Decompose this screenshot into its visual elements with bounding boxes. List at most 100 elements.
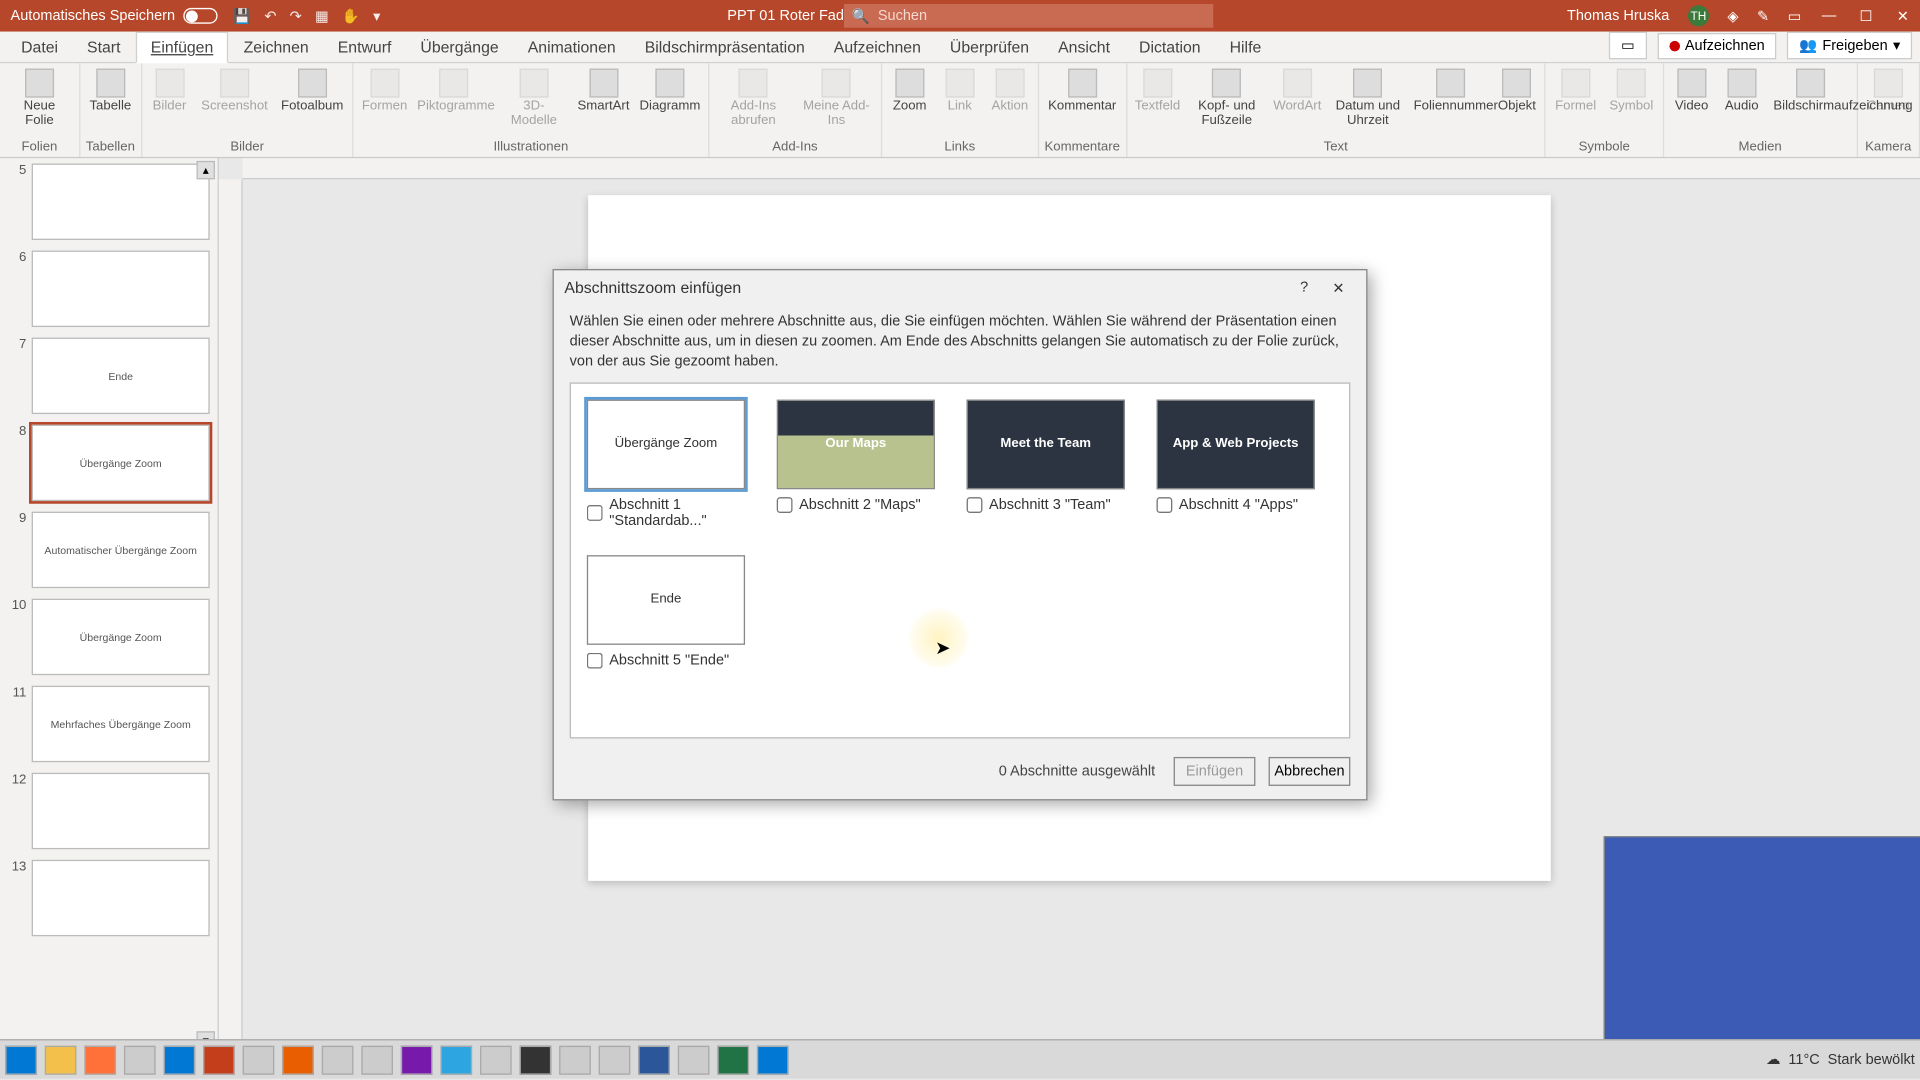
close-icon[interactable]: ✕ xyxy=(1894,7,1912,25)
tab-übergänge[interactable]: Übergänge xyxy=(407,33,512,62)
ribbon-btn[interactable]: Tabelle xyxy=(85,66,135,117)
redo-icon[interactable]: ↷ xyxy=(290,7,302,24)
obs-icon[interactable] xyxy=(520,1045,552,1074)
ribbon-btn[interactable]: Datum und Uhrzeit xyxy=(1329,66,1406,131)
user-name[interactable]: Thomas Hruska xyxy=(1567,8,1669,24)
tab-ansicht[interactable]: Ansicht xyxy=(1045,33,1123,62)
tab-dictation[interactable]: Dictation xyxy=(1126,33,1214,62)
outlook-icon[interactable] xyxy=(164,1045,196,1074)
excel-icon[interactable] xyxy=(717,1045,749,1074)
app-icon[interactable] xyxy=(599,1045,631,1074)
record-button[interactable]: Aufzeichnen xyxy=(1657,33,1776,59)
thumbnail-slide[interactable]: 8Übergänge Zoom xyxy=(8,425,210,501)
selection-count: 0 Abschnitte ausgewählt xyxy=(999,763,1155,779)
edge-icon[interactable] xyxy=(757,1045,789,1074)
firefox-icon[interactable] xyxy=(84,1045,116,1074)
section-item[interactable]: Meet the TeamAbschnitt 3 "Team" xyxy=(967,399,1131,528)
ribbon-btn[interactable]: Neue Folie xyxy=(5,66,73,131)
section-caption[interactable]: Abschnitt 3 "Team" xyxy=(967,497,1131,513)
undo-icon[interactable]: ↶ xyxy=(264,7,276,24)
close-icon[interactable]: ✕ xyxy=(1321,273,1355,302)
tab-überprüfen[interactable]: Überprüfen xyxy=(937,33,1043,62)
app-icon[interactable] xyxy=(480,1045,512,1074)
explorer-icon[interactable] xyxy=(45,1045,77,1074)
ribbon-btn[interactable]: Kommentar xyxy=(1044,66,1120,117)
autosave-toggle[interactable]: Automatisches Speichern xyxy=(11,8,218,24)
eraser-icon[interactable]: ✎ xyxy=(1757,7,1769,24)
thumbnail-slide[interactable]: 12 xyxy=(8,773,210,849)
cancel-button[interactable]: Abbrechen xyxy=(1269,756,1351,785)
ribbon-btn[interactable]: Objekt xyxy=(1494,66,1539,117)
diamond-icon[interactable]: ◈ xyxy=(1727,7,1738,24)
app-icon[interactable] xyxy=(322,1045,354,1074)
section-item[interactable]: App & Web ProjectsAbschnitt 4 "Apps" xyxy=(1156,399,1320,528)
section-caption[interactable]: Abschnitt 4 "Apps" xyxy=(1156,497,1320,513)
dialog-titlebar[interactable]: Abschnittszoom einfügen ? ✕ xyxy=(554,270,1366,304)
scroll-up-icon[interactable]: ▴ xyxy=(196,161,214,179)
touch-icon[interactable]: ✋ xyxy=(342,7,360,24)
tab-datei[interactable]: Datei xyxy=(8,33,71,62)
maximize-icon[interactable]: ☐ xyxy=(1857,7,1875,25)
section-caption[interactable]: Abschnitt 2 "Maps" xyxy=(777,497,941,513)
ribbon-btn[interactable]: Kopf- und Fußzeile xyxy=(1188,66,1265,131)
app-icon[interactable] xyxy=(243,1045,275,1074)
slide-thumbnails[interactable]: ▴ ▾ 567Ende8Übergänge Zoom9Automatischer… xyxy=(0,158,219,1052)
qat-more-icon[interactable]: ▾ xyxy=(373,7,380,24)
section-checkbox[interactable] xyxy=(967,497,983,513)
telegram-icon[interactable] xyxy=(440,1045,472,1074)
minimize-icon[interactable]: — xyxy=(1820,7,1838,25)
vlc-icon[interactable] xyxy=(282,1045,314,1074)
tab-aufzeichnen[interactable]: Aufzeichnen xyxy=(821,33,934,62)
insert-button[interactable]: Einfügen xyxy=(1174,756,1256,785)
share-button[interactable]: 👥Freigeben▾ xyxy=(1787,32,1912,60)
app-icon[interactable] xyxy=(361,1045,393,1074)
onenote-icon[interactable] xyxy=(401,1045,433,1074)
thumbnail-slide[interactable]: 9Automatischer Übergänge Zoom xyxy=(8,512,210,588)
weather-widget[interactable]: ☁ 11°C Stark bewölkt xyxy=(1766,1051,1915,1068)
tab-hilfe[interactable]: Hilfe xyxy=(1216,33,1274,62)
tab-zeichnen[interactable]: Zeichnen xyxy=(230,33,321,62)
tab-einfügen[interactable]: Einfügen xyxy=(136,32,227,64)
section-caption[interactable]: Abschnitt 5 "Ende" xyxy=(587,652,751,668)
tab-start[interactable]: Start xyxy=(74,33,134,62)
chrome-icon[interactable] xyxy=(124,1045,156,1074)
collapse-ribbon-icon[interactable]: ▭ xyxy=(1609,32,1646,60)
thumbnail-slide[interactable]: 13 xyxy=(8,860,210,936)
ribbon-btn[interactable]: Foliennummer xyxy=(1412,66,1489,117)
thumbnail-slide[interactable]: 7Ende xyxy=(8,338,210,414)
section-checkbox[interactable] xyxy=(587,652,603,668)
thumbnail-slide[interactable]: 5 xyxy=(8,164,210,240)
section-checkbox[interactable] xyxy=(587,504,603,520)
section-item[interactable]: EndeAbschnitt 5 "Ende" xyxy=(587,555,751,668)
window-icon[interactable]: ▭ xyxy=(1788,7,1802,24)
app-icon[interactable] xyxy=(559,1045,591,1074)
section-checkbox[interactable] xyxy=(777,497,793,513)
start-icon[interactable] xyxy=(5,1045,37,1074)
ribbon-btn[interactable]: Bildschirmaufzeichnung xyxy=(1769,66,1851,117)
ribbon-btn[interactable]: SmartArt xyxy=(575,66,632,117)
thumbnail-slide[interactable]: 10Übergänge Zoom xyxy=(8,599,210,675)
search-box[interactable]: 🔍 xyxy=(844,4,1213,28)
section-item[interactable]: Übergänge ZoomAbschnitt 1 "Standardab...… xyxy=(587,399,751,528)
search-input[interactable] xyxy=(878,8,1205,24)
save-icon[interactable]: 💾 xyxy=(233,7,251,24)
ribbon-btn[interactable]: Video xyxy=(1669,66,1714,117)
help-icon[interactable]: ? xyxy=(1287,273,1321,302)
avatar[interactable]: TH xyxy=(1688,5,1709,26)
section-checkbox[interactable] xyxy=(1156,497,1172,513)
thumbnail-slide[interactable]: 6 xyxy=(8,251,210,327)
ribbon-btn[interactable]: Audio xyxy=(1719,66,1764,117)
thumbnail-slide[interactable]: 11Mehrfaches Übergänge Zoom xyxy=(8,686,210,762)
powerpoint-icon[interactable] xyxy=(203,1045,235,1074)
present-icon[interactable]: ▦ xyxy=(315,7,329,24)
app-icon[interactable] xyxy=(678,1045,710,1074)
ribbon-btn[interactable]: Zoom xyxy=(887,66,932,117)
ribbon-btn[interactable]: Diagramm xyxy=(637,66,702,117)
tab-animationen[interactable]: Animationen xyxy=(515,33,629,62)
ribbon-btn[interactable]: Fotoalbum xyxy=(277,66,347,117)
tab-bildschirmpräsentation[interactable]: Bildschirmpräsentation xyxy=(632,33,818,62)
section-caption[interactable]: Abschnitt 1 "Standardab..." xyxy=(587,497,751,529)
tab-entwurf[interactable]: Entwurf xyxy=(325,33,405,62)
section-item[interactable]: Our MapsAbschnitt 2 "Maps" xyxy=(777,399,941,528)
word-icon[interactable] xyxy=(638,1045,670,1074)
